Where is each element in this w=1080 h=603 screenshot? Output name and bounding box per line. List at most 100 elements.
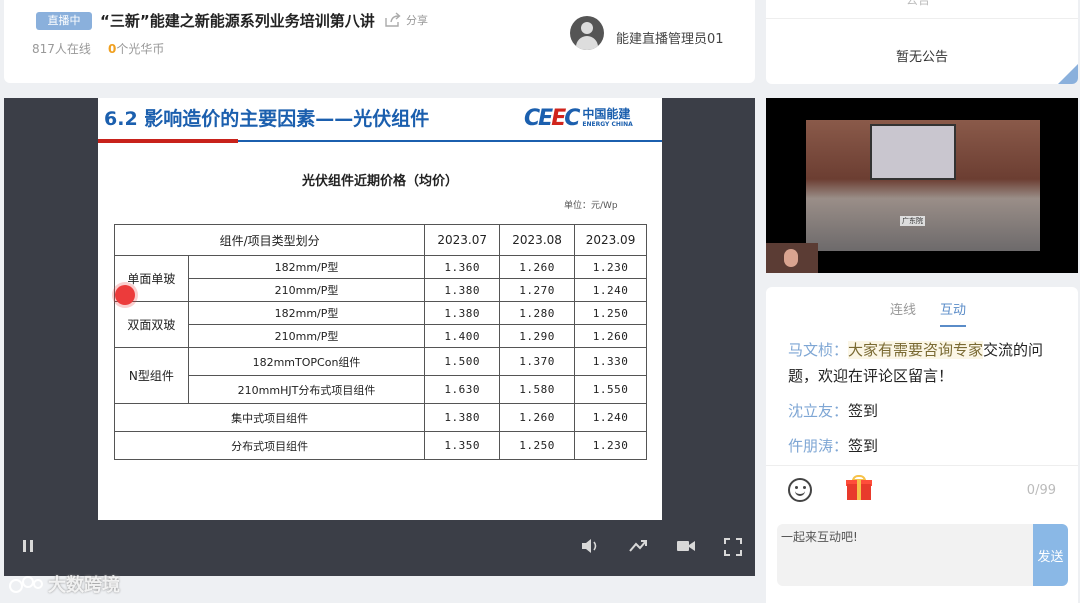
value-cell: 1.380: [424, 278, 501, 302]
chat-highlight: 大家有需要咨询专家: [848, 341, 984, 359]
table-title: 光伏组件近期价格（均价）: [301, 174, 458, 189]
online-count: 817人在线: [32, 42, 91, 56]
slide-accent-line: [238, 140, 662, 142]
value-cell: 1.260: [499, 255, 576, 279]
laser-pointer: [115, 285, 135, 305]
table-row: 210mmHJT分布式项目组件 1.630 1.580 1.550: [115, 375, 647, 404]
value-cell: 1.550: [574, 375, 647, 404]
value-cell: 1.580: [499, 375, 576, 404]
host-avatar[interactable]: [570, 16, 604, 50]
value-cell: 1.230: [574, 255, 647, 279]
value-cell: 1.290: [499, 324, 576, 348]
presentation-slide: 6.2 影响造价的主要因素——光伏组件 CEEC 中国能建 ENERGY CHI…: [98, 98, 662, 520]
tab-connect[interactable]: 连线: [890, 299, 916, 318]
camera-toggle-button[interactable]: [676, 538, 696, 559]
price-table: 组件/项目类型划分 2023.07 2023.08 2023.09 单面单玻 1…: [113, 224, 647, 460]
type-cell: 182mmTOPCon组件: [187, 347, 426, 376]
value-cell: 1.240: [574, 278, 647, 302]
value-cell: 1.250: [574, 301, 647, 325]
type-cell: 210mmHJT分布式项目组件: [187, 375, 426, 404]
value-cell: 1.350: [424, 431, 501, 460]
fullscreen-icon: [724, 538, 742, 556]
notice-text: 暂无公告: [895, 50, 948, 65]
coin-label: 个光华币: [116, 42, 165, 56]
player-controls: [4, 520, 755, 576]
video-player[interactable]: 6.2 影响造价的主要因素——光伏组件 CEEC 中国能建 ENERGY CHI…: [4, 98, 755, 576]
send-button[interactable]: 发送: [1033, 524, 1068, 586]
type-cell: 210mm/P型: [187, 324, 426, 348]
value-cell: 1.280: [499, 301, 576, 325]
pause-button[interactable]: [20, 538, 36, 559]
group-cell: N型组件: [114, 347, 189, 404]
coin-count: 0个光华币: [108, 40, 164, 57]
tab-interact[interactable]: 互动: [940, 299, 966, 318]
slide-title: 6.2 影响造价的主要因素——光伏组件: [104, 108, 430, 130]
slide-accent-bar: [98, 139, 238, 143]
fullscreen-button[interactable]: [724, 538, 742, 561]
energy-china-logo: CEEC 中国能建 ENERGY CHINA: [524, 106, 633, 131]
divider: [766, 18, 1078, 19]
value-cell: 1.500: [424, 347, 501, 376]
type-cell: 182mm/P型: [187, 301, 426, 325]
conference-room-video: 广东院: [806, 120, 1040, 251]
table-row: 集中式项目组件 1.380 1.260 1.240: [113, 403, 647, 432]
logo-en: ENERGY CHINA: [582, 121, 633, 128]
table-row: 分布式项目组件 1.350 1.250 1.230: [113, 431, 647, 460]
share-icon: [385, 12, 401, 27]
value-cell: 1.240: [574, 403, 647, 432]
table-row: 单面单玻 182mm/P型 1.360 1.260 1.230: [114, 255, 647, 302]
header-cell: 组件/项目类型划分: [113, 224, 426, 256]
switch-line-icon: [629, 540, 647, 552]
message-list: 马文桢：大家有需要咨询专家交流的问题，欢迎在评论区留言！ 沈立友：签到 仵朋涛：…: [788, 337, 1064, 468]
chat-username[interactable]: 沈立友：: [788, 402, 848, 420]
watermark: 大数跨境: [8, 571, 120, 597]
notice-panel: 公告 暂无公告: [766, 0, 1078, 84]
type-cell: 210mm/P型: [187, 278, 426, 302]
line-switch-button[interactable]: [628, 538, 648, 559]
type-cell: 集中式项目组件: [113, 403, 426, 432]
value-cell: 1.330: [574, 347, 647, 376]
value-cell: 1.360: [424, 255, 501, 279]
value-cell: 1.260: [574, 324, 647, 348]
logo-mark: CEEC: [524, 106, 580, 131]
camera-feed[interactable]: 广东院: [766, 98, 1078, 273]
value-cell: 1.630: [424, 375, 501, 404]
picture-in-picture[interactable]: [766, 243, 818, 273]
chat-text: 签到: [848, 402, 879, 420]
chat-input[interactable]: [777, 524, 1033, 586]
volume-icon: [582, 539, 597, 553]
live-header: 直播中 “三新”能建之新能源系列业务培训第八讲 分享 817人在线 0个光华币 …: [4, 0, 755, 83]
watermark-logo-icon: [9, 576, 43, 593]
header-cell: 2023.08: [499, 224, 576, 256]
value-cell: 1.380: [424, 301, 501, 325]
chat-username[interactable]: 马文桢：: [788, 341, 848, 359]
gift-icon[interactable]: [846, 475, 872, 501]
live-status-badge: 直播中: [36, 12, 92, 30]
type-cell: 182mm/P型: [187, 255, 426, 279]
tab-notice[interactable]: 公告: [906, 0, 930, 8]
camera-caption: 广东院: [900, 216, 925, 226]
video-camera-icon: [677, 541, 695, 551]
emoji-icon[interactable]: [788, 478, 812, 502]
header-cell: 2023.09: [574, 224, 647, 256]
value-cell: 1.260: [499, 403, 576, 432]
chat-message: 马文桢：大家有需要咨询专家交流的问题，欢迎在评论区留言！: [788, 337, 1064, 389]
table-unit: 单位：元/Wp: [564, 201, 618, 211]
table-row: 210mm/P型 1.400 1.290 1.260: [115, 324, 647, 348]
chat-username[interactable]: 仵朋涛：: [788, 437, 848, 455]
share-button[interactable]: 分享: [384, 12, 428, 28]
active-tab-indicator: [940, 325, 966, 327]
type-cell: 分布式项目组件: [113, 431, 426, 460]
value-cell: 1.250: [499, 431, 576, 460]
table-row: 210mm/P型 1.380 1.270 1.240: [115, 278, 647, 302]
logo-cn: 中国能建: [582, 107, 631, 121]
divider: [766, 465, 1078, 466]
table-row: N型组件 182mmTOPCon组件 1.500 1.370 1.330: [114, 347, 647, 404]
share-label: 分享: [406, 14, 428, 27]
volume-button[interactable]: [580, 538, 600, 559]
live-title: “三新”能建之新能源系列业务培训第八讲: [100, 12, 375, 30]
value-cell: 1.370: [499, 347, 576, 376]
host-name[interactable]: 能建直播管理员01: [616, 28, 724, 47]
value-cell: 1.270: [499, 278, 576, 302]
watermark-text: 大数跨境: [48, 575, 120, 596]
